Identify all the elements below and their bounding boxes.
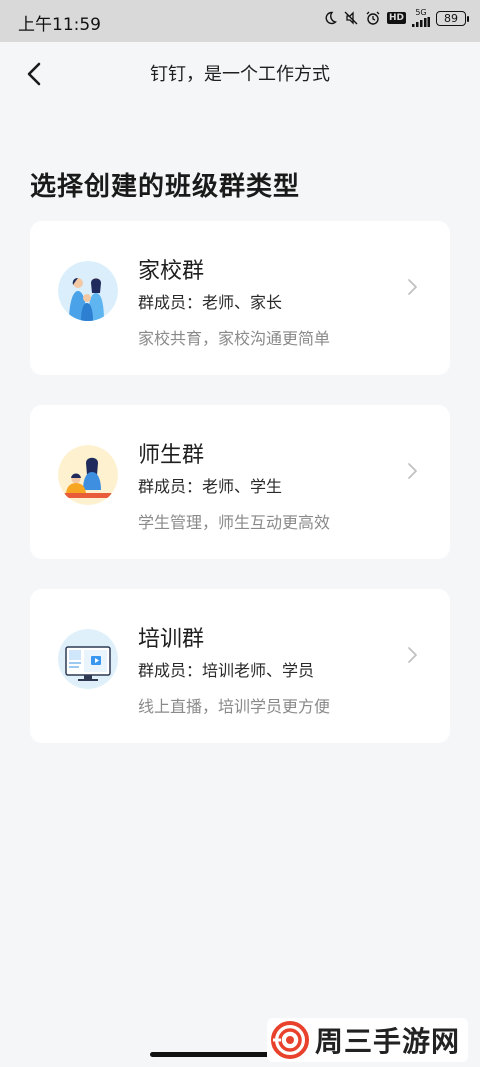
site-watermark: 周三手游网 bbox=[266, 1018, 468, 1062]
status-icons: HD 5G 89 bbox=[323, 9, 469, 27]
network-type: 5G bbox=[415, 8, 427, 17]
card-name: 家校群 bbox=[138, 259, 205, 284]
battery-level: 89 bbox=[444, 11, 458, 25]
training-screen-illustration-icon bbox=[58, 629, 118, 689]
signal-icon: 5G bbox=[412, 9, 430, 27]
battery-icon: 89 bbox=[436, 10, 469, 26]
card-name: 师生群 bbox=[138, 443, 205, 468]
group-type-card-teacher-student[interactable]: 师生群 群成员：老师、学生 学生管理，师生互动更高效 bbox=[30, 405, 450, 559]
nav-title: 钉钉，是一个工作方式 bbox=[150, 64, 330, 85]
teacher-student-illustration-icon bbox=[58, 445, 118, 505]
group-type-card-family[interactable]: 家校群 群成员：老师、家长 家校共育，家校沟通更简单 bbox=[30, 221, 450, 375]
status-time: 上午11:59 bbox=[18, 15, 101, 35]
hd-icon: HD bbox=[386, 12, 406, 24]
alarm-icon bbox=[365, 10, 381, 26]
card-description: 学生管理，师生互动更高效 bbox=[138, 513, 331, 532]
card-description: 线上直播，培训学员更方便 bbox=[138, 697, 331, 716]
watermark-text: 周三手游网 bbox=[314, 1025, 460, 1058]
chevron-right-icon bbox=[408, 647, 417, 663]
family-illustration-icon bbox=[58, 261, 118, 321]
chevron-right-icon bbox=[408, 463, 417, 479]
chevron-right-icon bbox=[408, 279, 417, 295]
swirl-logo-icon bbox=[270, 1021, 309, 1059]
status-bar: 上午11:59 HD 5G 89 bbox=[0, 0, 480, 42]
group-type-card-training[interactable]: 培训群 群成员：培训老师、学员 线上直播，培训学员更方便 bbox=[30, 589, 450, 743]
card-members: 群成员：老师、学生 bbox=[138, 477, 283, 496]
mute-icon bbox=[343, 10, 359, 26]
card-name: 培训群 bbox=[138, 627, 205, 652]
nav-bar: 钉钉，是一个工作方式 bbox=[0, 42, 480, 102]
page-title: 选择创建的班级群类型 bbox=[30, 172, 301, 202]
card-members: 群成员：老师、家长 bbox=[138, 293, 283, 312]
card-description: 家校共育，家校沟通更简单 bbox=[138, 329, 331, 348]
moon-icon bbox=[323, 11, 337, 25]
card-members: 群成员：培训老师、学员 bbox=[138, 661, 315, 680]
